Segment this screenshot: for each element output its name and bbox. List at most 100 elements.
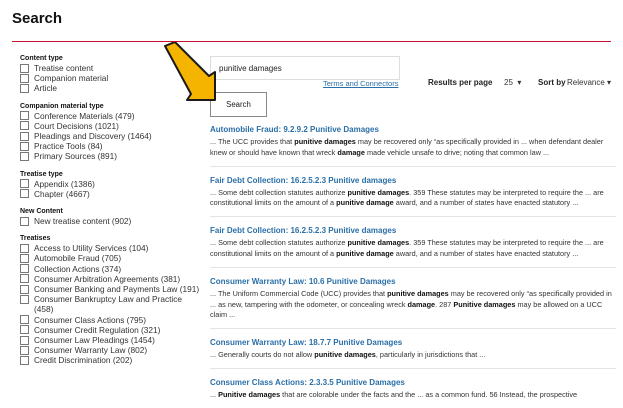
filter-option-label: Automobile Fraud (705) bbox=[34, 253, 122, 264]
filter-option[interactable]: Automobile Fraud (705) bbox=[20, 253, 200, 263]
title-divider bbox=[12, 41, 611, 42]
result-snippet: ... The Uniform Commercial Code (UCC) pr… bbox=[210, 289, 616, 321]
filter-checkbox[interactable] bbox=[20, 151, 29, 161]
result-item: Fair Debt Collection: 16.2.5.2.3 Punitiv… bbox=[210, 226, 616, 268]
filter-option-label: Court Decisions (1021) bbox=[34, 120, 119, 131]
result-snippet: ... Some debt collection statutes author… bbox=[210, 188, 616, 210]
filter-option-label: Chapter (4667) bbox=[34, 188, 90, 199]
search-button[interactable]: Search bbox=[210, 92, 267, 117]
search-page: Search Content type Treatise content Compa… bbox=[0, 0, 623, 408]
filter-checkbox[interactable] bbox=[20, 294, 29, 304]
filter-option-label: Article bbox=[34, 83, 58, 94]
filter-option[interactable]: Appendix (1386) bbox=[20, 179, 200, 189]
snippet-highlight: punitive damages bbox=[294, 137, 356, 146]
sort-by-label: Sort by bbox=[538, 78, 566, 87]
filter-checkbox[interactable] bbox=[20, 274, 29, 284]
snippet-highlight: punitive damages bbox=[347, 187, 410, 197]
result-snippet: ... Generally courts do not allow puniti… bbox=[210, 350, 616, 361]
results-per-page-select[interactable]: 25 ▾ bbox=[504, 78, 521, 87]
filter-checkbox[interactable] bbox=[20, 189, 29, 199]
snippet-text: that are colorable under the facts and t… bbox=[280, 389, 578, 399]
filter-option[interactable]: Consumer Arbitration Agreements (381) bbox=[20, 274, 200, 284]
snippet-text: , particularly in jurisdictions that ... bbox=[375, 350, 486, 360]
filter-checkbox[interactable] bbox=[20, 131, 29, 141]
snippet-highlight: Punitive damages bbox=[218, 389, 281, 399]
filter-checkbox[interactable] bbox=[20, 83, 29, 93]
filter-option[interactable]: Pleadings and Discovery (1464) bbox=[20, 131, 200, 141]
search-input[interactable] bbox=[210, 56, 400, 80]
result-snippet: ... The UCC provides that punitive damag… bbox=[210, 137, 616, 159]
filter-option[interactable]: New treatise content (902) bbox=[20, 216, 200, 226]
snippet-text: ... Generally courts do not allow bbox=[210, 350, 315, 360]
filter-checkbox[interactable] bbox=[20, 141, 29, 151]
filters-sidebar: Content type Treatise content Companion ma… bbox=[20, 55, 200, 375]
result-title-link[interactable]: Fair Debt Collection: 16.2.5.2.3 Punitiv… bbox=[210, 176, 616, 185]
result-title-link[interactable]: Consumer Warranty Law: 18.7.7 Punitive D… bbox=[210, 338, 616, 347]
filter-option[interactable]: Consumer Credit Regulation (321) bbox=[20, 325, 200, 335]
sort-by-select[interactable]: Relevance ▾ bbox=[567, 78, 611, 87]
result-snippet: ... Punitive damages that are colorable … bbox=[210, 390, 616, 401]
filter-checkbox[interactable] bbox=[20, 179, 29, 189]
filter-option-label: Consumer Credit Regulation (321) bbox=[34, 324, 161, 335]
filter-option[interactable]: Consumer Banking and Payments Law (191) bbox=[20, 284, 200, 294]
snippet-text: . 287 bbox=[435, 299, 454, 309]
snippet-highlight: Punitive damages bbox=[453, 299, 516, 309]
filter-checkbox[interactable] bbox=[20, 335, 29, 345]
filter-option-label: Companion material bbox=[34, 73, 109, 84]
result-title-link[interactable]: Consumer Class Actions: 2.3.3.5 Punitive… bbox=[210, 378, 616, 387]
filter-checkbox[interactable] bbox=[20, 315, 29, 325]
terms-and-connectors-link[interactable]: Terms and Connectors bbox=[323, 79, 398, 88]
filter-checkbox[interactable] bbox=[20, 325, 29, 335]
filter-option[interactable]: Consumer Warranty Law (802) bbox=[20, 345, 200, 355]
chevron-down-icon: ▾ bbox=[607, 78, 612, 87]
filter-option-label: Consumer Banking and Payments Law (191) bbox=[34, 284, 200, 295]
filter-checkbox[interactable] bbox=[20, 111, 29, 121]
filter-checkbox[interactable] bbox=[20, 243, 29, 253]
snippet-highlight: punitive damage bbox=[336, 198, 394, 208]
filter-option[interactable]: Practice Tools (84) bbox=[20, 141, 200, 151]
filter-option[interactable]: Consumer Bankruptcy Law and Practice (45… bbox=[20, 294, 200, 314]
filter-checkbox[interactable] bbox=[20, 216, 29, 226]
filter-option[interactable]: Access to Utility Services (104) bbox=[20, 243, 200, 253]
filter-checkbox[interactable] bbox=[20, 121, 29, 131]
snippet-text: ... Some debt collection statutes author… bbox=[210, 238, 348, 248]
results-per-page-value: 25 bbox=[504, 78, 513, 87]
result-title-link[interactable]: Consumer Warranty Law: 10.6 Punitive Dam… bbox=[210, 277, 616, 286]
filter-checkbox[interactable] bbox=[20, 63, 29, 73]
result-title-link[interactable]: Fair Debt Collection: 16.2.5.2.3 Punitiv… bbox=[210, 226, 616, 235]
filter-group-heading: New Content bbox=[20, 208, 63, 216]
filter-option[interactable]: Primary Sources (891) bbox=[20, 151, 200, 161]
filter-option-label: Consumer Class Actions (795) bbox=[34, 314, 147, 325]
filter-checkbox[interactable] bbox=[20, 345, 29, 355]
result-item: Consumer Class Actions: 2.3.3.5 Punitive… bbox=[210, 378, 616, 408]
snippet-text: ... The Uniform Commercial Code (UCC) pr… bbox=[210, 288, 388, 298]
filter-option-label: Consumer Law Pleadings (1454) bbox=[34, 335, 155, 346]
filter-option-label: Collection Actions (374) bbox=[34, 263, 122, 274]
filter-checkbox[interactable] bbox=[20, 264, 29, 274]
filter-group-heading: Companion material type bbox=[20, 102, 104, 110]
filter-option[interactable]: Consumer Class Actions (795) bbox=[20, 315, 200, 325]
filter-option-label: Conference Materials (479) bbox=[34, 110, 135, 121]
filter-option-label: Consumer Arbitration Agreements (381) bbox=[34, 273, 181, 284]
filter-option[interactable]: Court Decisions (1021) bbox=[20, 121, 200, 131]
filter-group-heading: Treatises bbox=[20, 235, 51, 243]
filter-checkbox[interactable] bbox=[20, 73, 29, 83]
filter-option-label: Consumer Bankruptcy Law and Practice (45… bbox=[34, 294, 183, 315]
filter-option[interactable]: Consumer Law Pleadings (1454) bbox=[20, 335, 200, 345]
result-title-link[interactable]: Automobile Fraud: 9.2.9.2 Punitive Damag… bbox=[210, 125, 616, 134]
filter-checkbox[interactable] bbox=[20, 253, 29, 263]
filter-option[interactable]: Credit Discrimination (202) bbox=[20, 355, 200, 365]
filter-group: Treatises Access to Utility Services (104… bbox=[20, 235, 200, 365]
snippet-text: ... bbox=[210, 389, 219, 399]
filter-option-label: Access to Utility Services (104) bbox=[34, 243, 149, 254]
filter-checkbox[interactable] bbox=[20, 355, 29, 365]
result-snippet: ... Some debt collection statutes author… bbox=[210, 238, 616, 260]
snippet-highlight: damage bbox=[407, 299, 436, 309]
filter-option[interactable]: Collection Actions (374) bbox=[20, 264, 200, 274]
filter-option[interactable]: Conference Materials (479) bbox=[20, 111, 200, 121]
filter-checkbox[interactable] bbox=[20, 284, 29, 294]
filter-option-label: Credit Discrimination (202) bbox=[34, 355, 133, 366]
result-item: Consumer Warranty Law: 18.7.7 Punitive D… bbox=[210, 338, 616, 369]
filter-option[interactable]: Chapter (4667) bbox=[20, 189, 200, 199]
filter-group: Treatise type Appendix (1386) Chapter (466… bbox=[20, 171, 200, 199]
